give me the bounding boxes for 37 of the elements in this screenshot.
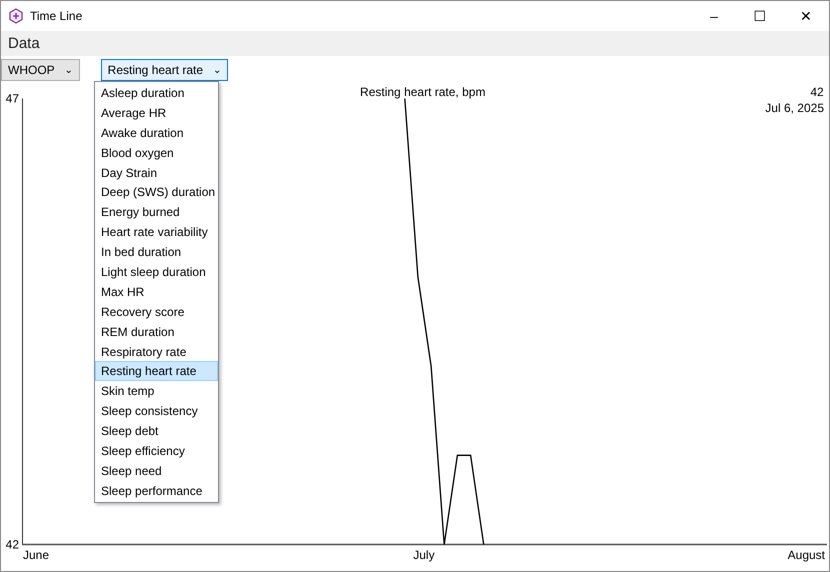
dropdown-option[interactable]: Average HR xyxy=(95,102,218,123)
dropdown-option[interactable]: Sleep debt xyxy=(95,421,218,442)
dropdown-option[interactable]: Blood oxygen xyxy=(95,142,218,163)
menu-item[interactable]: Data xyxy=(1,35,47,52)
dropdown-option[interactable]: REM duration xyxy=(95,322,218,342)
dropdown-option[interactable]: Sleep consistency xyxy=(95,401,218,422)
dropdown-option[interactable]: Recovery score xyxy=(95,302,218,322)
readout-date: Jul 6, 2025 xyxy=(765,101,824,115)
dropdown-option[interactable]: Sleep efficiency xyxy=(95,441,218,461)
window-title: Time Line xyxy=(30,9,82,23)
dropdown-option[interactable]: Max HR xyxy=(95,282,218,302)
dropdown-option[interactable]: Light sleep duration xyxy=(95,262,218,282)
dropdown-option[interactable]: Sleep performance xyxy=(95,480,218,501)
dropdown-option[interactable]: Resting heart rate xyxy=(95,361,218,382)
dropdown-option[interactable]: Skin temp xyxy=(95,381,218,402)
dropdown-option[interactable]: Respiratory rate xyxy=(95,342,218,362)
maximize-button[interactable]: ☐ xyxy=(737,8,783,24)
dropdown[interactable]: Resting heart rate ⌄ xyxy=(100,59,228,81)
axis-label: August xyxy=(788,548,825,562)
dropdown[interactable]: WHOOP ⌄ xyxy=(1,59,80,81)
close-button[interactable]: ✕ xyxy=(783,8,829,24)
axis-label: June xyxy=(23,548,50,562)
app-icon xyxy=(8,8,24,24)
chart-title: Resting heart rate, bpm xyxy=(360,85,486,99)
minimize-button[interactable]: – xyxy=(691,8,737,24)
axis-label: July xyxy=(413,548,435,562)
dropdown-option[interactable]: Awake duration xyxy=(95,122,218,143)
dropdown-option[interactable]: Energy burned xyxy=(95,202,218,222)
axis-label: 47 xyxy=(6,92,19,106)
dropdown-option[interactable]: Day Strain xyxy=(95,162,218,182)
dropdown-option[interactable]: Deep (SWS) duration xyxy=(95,182,218,202)
axis-label: 42 xyxy=(6,538,19,552)
dropdown-option[interactable]: In bed duration xyxy=(95,242,218,262)
readout-value: 42 xyxy=(810,85,824,99)
dropdown-option[interactable]: Asleep duration xyxy=(95,83,218,103)
dropdown-option[interactable]: Sleep need xyxy=(95,460,218,481)
dropdown-option[interactable]: Heart rate variability xyxy=(95,222,218,242)
